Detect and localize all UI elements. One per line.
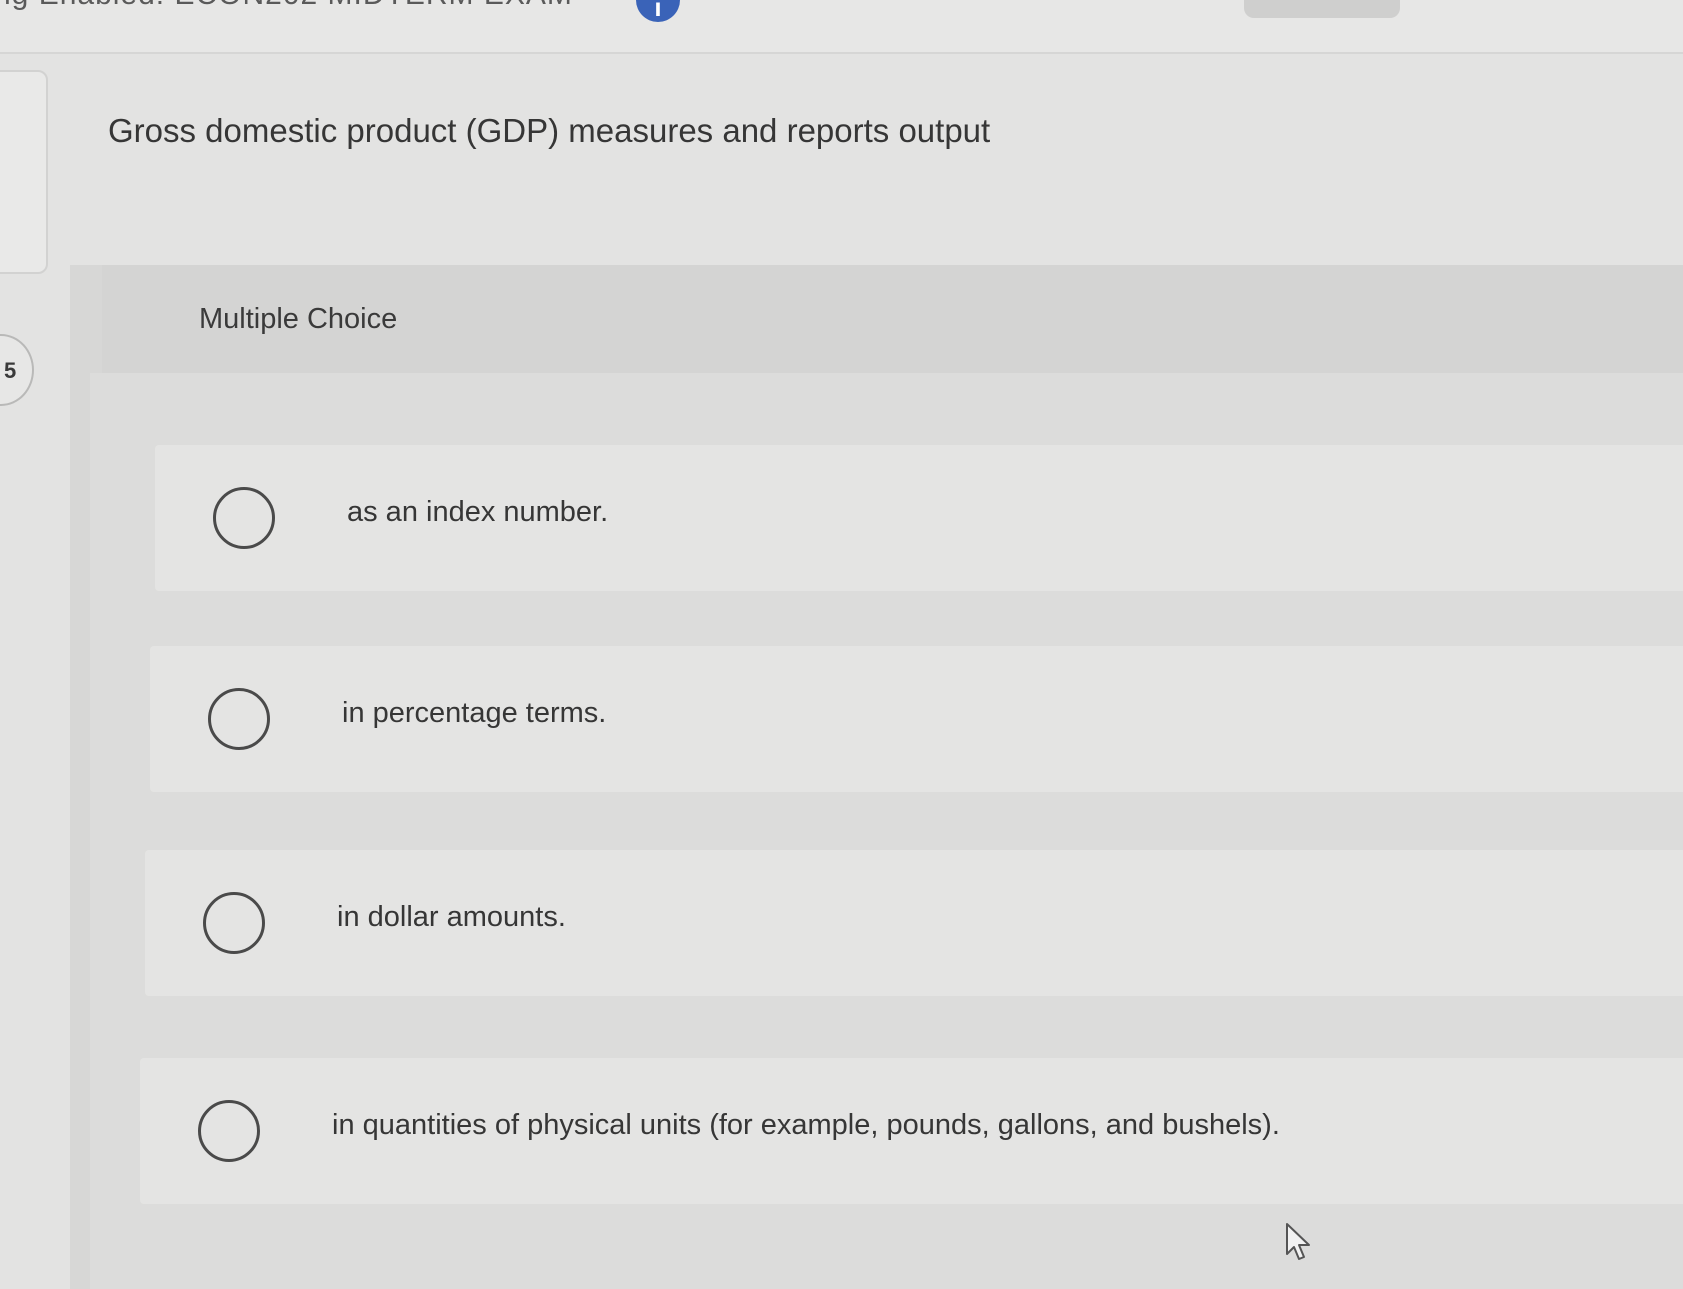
top-bar: ng Enabled: ECON202 MIDTERM EXAM i (0, 0, 1683, 54)
radio-button[interactable] (208, 688, 270, 750)
radio-button[interactable] (213, 487, 275, 549)
choice-option-4[interactable]: in quantities of physical units (for exa… (140, 1058, 1683, 1204)
question-type-label: Multiple Choice (199, 303, 398, 335)
header-button[interactable] (1244, 0, 1400, 18)
question-number-badge[interactable]: 5 (0, 334, 34, 406)
choice-option-3[interactable]: in dollar amounts. (145, 850, 1683, 996)
radio-button[interactable] (203, 892, 265, 954)
choice-label: as an index number. (347, 496, 609, 528)
choice-option-2[interactable]: in percentage terms. (150, 646, 1683, 792)
choice-label: in quantities of physical units (for exa… (332, 1109, 1280, 1141)
choice-label: in percentage terms. (342, 697, 607, 729)
choice-option-1[interactable]: as an index number. (155, 445, 1683, 591)
exam-title: ng Enabled: ECON202 MIDTERM EXAM (0, 0, 573, 12)
choice-label: in dollar amounts. (337, 901, 566, 933)
info-icon[interactable]: i (636, 0, 680, 22)
mouse-pointer-icon (1286, 1223, 1310, 1260)
radio-button[interactable] (198, 1100, 260, 1162)
question-prompt: Gross domestic product (GDP) measures an… (108, 112, 991, 149)
left-side-panel (0, 70, 48, 274)
